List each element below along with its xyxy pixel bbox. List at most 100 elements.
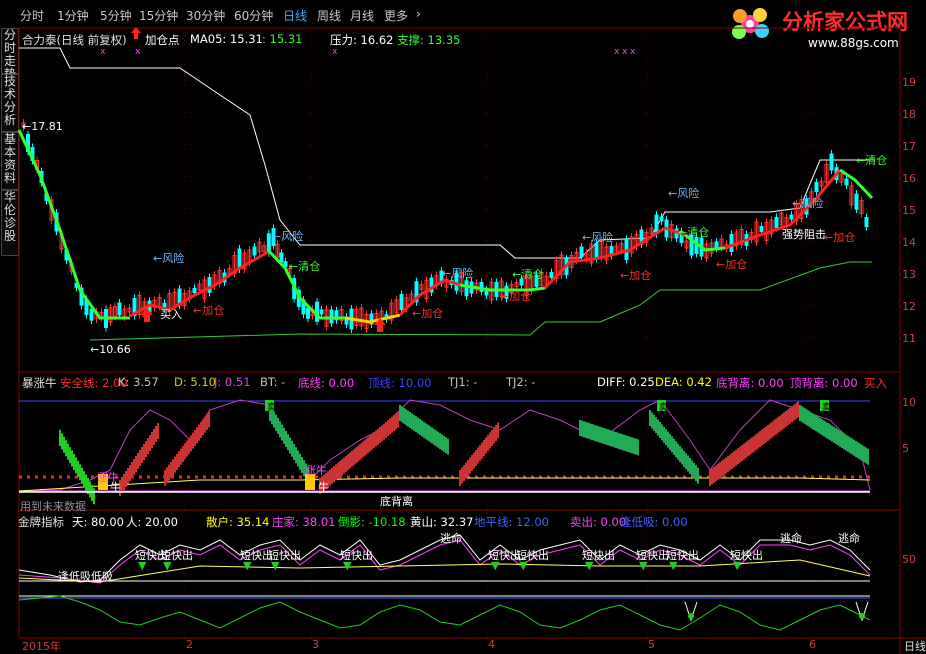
panel3-field: 逢低吸: 0.00 [620,515,688,529]
risk-label-6: ←风险 [792,197,824,210]
candle-body [814,182,819,192]
add-label-1: ←加仓 [193,304,225,317]
x-tick: 6 [809,638,816,651]
panel3-field: 地平线: 12.00 [474,515,549,529]
down-arrow-icon: ▼ [163,559,172,572]
candle-body [319,309,324,315]
p3-y-tick: 50 [902,553,916,566]
down-arrow-icon: ▼ [639,559,648,572]
candle-body [279,252,284,263]
down-arrow-icon: ▼ [343,559,352,572]
candle-body [579,246,584,258]
candle-body [854,193,859,210]
clear-label-1: ←清仓 [289,260,321,273]
candle-body [464,280,469,297]
add-signal-arrow-icon [131,27,141,39]
x-tick: 5 [648,638,655,651]
panel2-field: BT: - [260,375,286,389]
candle-body [117,302,122,316]
panel2-field: DEA: 0.42 [655,375,712,389]
down-arrow-icon: ▼ [669,559,678,572]
candle-body [315,301,319,322]
candle-body [774,217,779,228]
pressure-value: 压力: 16.62 [330,33,394,47]
add-label-4: ←加仓 [620,269,652,282]
escape-label: 逃命 [440,532,462,545]
y-tick: 17 [902,140,916,153]
svg-text:x: x [100,47,106,57]
risk-label-3: ←风险 [442,267,474,280]
period-label: 日线 [904,640,926,653]
clear-label-2: ←清仓 [512,268,544,281]
sell-mark-3: 卖 [822,403,832,413]
low-price-label: ←10.66 [90,343,131,356]
bull-mark-top-2: 涨牛 [305,464,327,477]
y-tick: 13 [902,268,916,281]
panel3-info-row: 金牌指标 天: 80.00 人: 20.00 散户: 35.14 庄家: 38.01 倒… [18,514,898,529]
add-label-6: ←加仓 [824,231,856,244]
divergence-label: 底背离 [380,495,413,508]
candle-body [714,241,719,249]
stock-title: 合力泰(日线 前复权) [22,33,127,47]
gold-line-yellow [18,559,871,583]
risk-label-2: ←风险 [272,230,304,243]
candle-body [399,294,404,310]
down-arrow-icon: ▼ [271,559,280,572]
magenta-marks: xxx xxx [100,47,636,57]
add-label-2: ←加仓 [412,307,444,320]
panel3-field: 倒影: -10.18 [338,515,406,529]
y-tick: 14 [902,236,916,249]
high-price-label: ←17.81 [22,120,63,133]
ma5-label: MA05: 15.31 [190,32,263,46]
panel2-field: TJ1: - [448,375,478,389]
add-label-3: ←加仓 [500,290,532,303]
candle-body [594,242,599,259]
x-tick: 4 [488,638,495,651]
panel2-field: 买入 [864,376,887,390]
clear-label-5: ←清仓 [856,154,888,167]
candle-body [759,226,764,232]
low-buy-label: 逢低吸低吸 [58,570,113,583]
down-arrow-icon: ▼ [491,559,500,572]
panel2-field: 底背离: 0.00 [716,376,784,390]
panel2-field: 顶背离: 0.00 [790,376,858,390]
clear-label-3: ←清仓 [678,226,710,239]
candle-body [829,153,834,171]
x-tick: 3 [312,638,319,651]
down-arrow-icon: ▼ [243,559,252,572]
bull-mark-1: 牛 [110,481,121,494]
svg-text:x: x [630,47,636,57]
down-arrow-icon: ▼ [138,559,147,572]
down-arrow-icon: ▼ [519,559,528,572]
down-arrow-icon: ▼ [585,559,594,572]
panel2-info-row: 暴涨牛 安全线: 2.00 K: 3.57 D: 5.10 J: 0.51 BT: -底… [22,375,902,390]
svg-text:x: x [614,47,620,57]
panel2-field: 顶线: 10.00 [368,376,432,390]
candle-body [864,217,869,227]
sell-mark-1: 卖 [267,403,277,413]
candle-body [89,308,94,321]
panel2-name: 暴涨牛 [22,376,57,390]
svg-text:x: x [135,47,141,57]
y-tick: 18 [902,108,916,121]
panel2-field: D: 5.10 [174,375,216,389]
y-tick: 16 [902,172,916,185]
candle-body [789,214,794,220]
buy-label: 买入 [160,308,182,321]
panel3-field: 卖出: 0.00 [570,515,627,529]
panel3-name: 金牌指标 [18,515,64,529]
ma5-value: : 15.31 [262,32,303,46]
shadow-line-green [18,595,871,631]
escape-label: 逃命 [838,532,860,545]
candle-body [729,234,734,252]
support-line [89,261,872,341]
panel3-field: 庄家: 38.01 [272,515,336,529]
panel2-field: TJ2: - [506,375,536,389]
svg-text:x: x [332,47,338,57]
panel3-field: 天: 80.00 [72,515,124,529]
future-data-note: 用到未来数据 [20,500,86,513]
panel2-field: 底线: 0.00 [298,376,355,390]
y-tick: 15 [902,204,916,217]
panel3-field: 黄山: 32.37 [410,515,474,529]
x-tick: 2 [186,638,193,651]
